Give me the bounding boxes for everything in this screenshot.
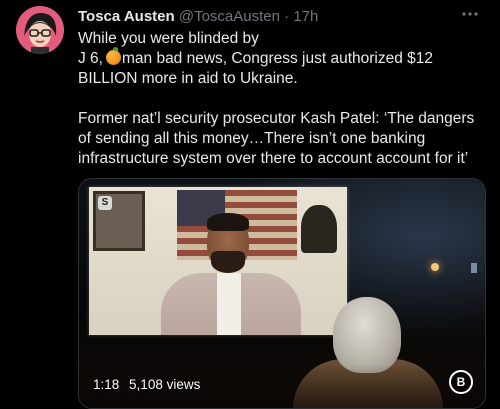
lamp-decoration — [301, 205, 337, 253]
more-horizontal-icon[interactable] — [460, 4, 480, 24]
video-duration: 1:18 — [93, 377, 120, 392]
more-dots-graphic — [462, 12, 478, 16]
tweet-text-line-2: J 6, man bad news, Congress just authoriz… — [78, 47, 488, 69]
tweet[interactable]: Tosca Austen @ToscaAusten · 17h While yo… — [0, 0, 500, 409]
avatar[interactable] — [16, 6, 64, 54]
avatar-illustration — [16, 6, 64, 54]
tweet-text: While you were blinded by J 6, man bad ne… — [78, 29, 488, 169]
tweet-text-paragraph-2: Former nat’l security prosecutor Kash Pa… — [78, 110, 475, 167]
studio-light — [431, 263, 439, 271]
tweet-text-line-1: While you were blinded by — [78, 30, 259, 47]
speaker-shirt — [217, 273, 241, 335]
tweet-header: Tosca Austen @ToscaAusten · 17h — [78, 7, 480, 27]
orange-icon — [105, 47, 121, 65]
host-head — [333, 297, 401, 373]
b-logo-icon[interactable]: B — [449, 370, 473, 394]
tweet-text-line-2-prefix: J 6, — [78, 50, 103, 67]
video-info: 1:18 5,108 views — [93, 376, 206, 394]
speaker-beard — [211, 251, 245, 273]
tweet-text-line-3: BILLION more in aid to Ukraine. — [78, 70, 298, 87]
display-name[interactable]: Tosca Austen — [78, 8, 175, 25]
screen-logo-icon: S — [98, 196, 112, 210]
speaker-hair — [207, 213, 249, 231]
separator: · — [284, 8, 290, 25]
video-screen-feed: S — [89, 187, 347, 335]
timestamp[interactable]: 17h — [293, 8, 318, 25]
tweet-text-line-2-suffix: man bad news, Congress just authorized $… — [121, 50, 434, 67]
handle[interactable]: @ToscaAusten — [179, 8, 280, 25]
video-views: 5,108 views — [129, 377, 201, 392]
video-player[interactable]: S 1:18 5,108 views B — [78, 178, 486, 409]
studio-light-blue — [471, 263, 477, 273]
